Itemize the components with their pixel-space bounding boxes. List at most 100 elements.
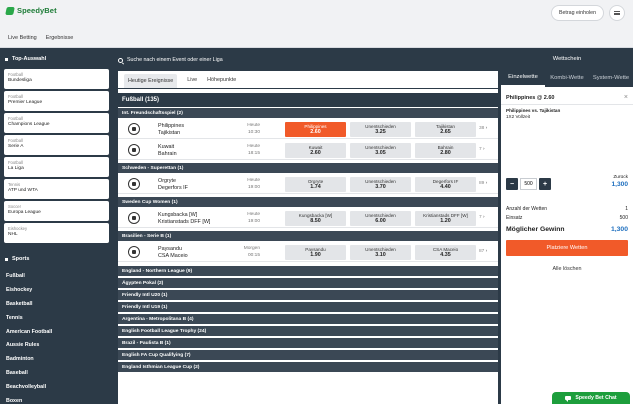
sport-item-basketball[interactable]: Basketball bbox=[0, 297, 113, 311]
sport-item-aussie-rules[interactable]: Aussie Rules bbox=[0, 338, 113, 352]
top-picks-title: Top-Auswahl bbox=[12, 56, 47, 62]
potential-return: Zurück 1,300 bbox=[598, 175, 628, 188]
deposit-button[interactable]: Betrag einholen bbox=[551, 5, 604, 21]
collapsed-league-header[interactable]: Brazil - Paulista B (1) bbox=[118, 338, 498, 348]
collapsed-league-header[interactable]: England - Northern League (9) bbox=[118, 266, 498, 276]
bet-market: 1X2 Vollzeit bbox=[506, 114, 531, 119]
odds-button[interactable]: Kristianstads DFF [W] 1.20 bbox=[415, 211, 476, 226]
odds-value: 1.20 bbox=[440, 217, 451, 224]
chat-button[interactable]: Speedy Bet Chat bbox=[552, 392, 630, 404]
tab-combo-bet[interactable]: Kombi-Wette bbox=[545, 69, 589, 87]
odds-button[interactable]: Tajikistan 2.65 bbox=[415, 122, 476, 137]
odds-value: 2.60 bbox=[310, 128, 321, 135]
favorite-item-champions-league[interactable]: Football Champions League bbox=[4, 113, 109, 133]
bet-slip-title: Wettschein bbox=[501, 49, 633, 69]
clear-all-button[interactable]: Alle löschen bbox=[506, 263, 628, 275]
sport-item-football[interactable]: Fußball bbox=[0, 269, 113, 283]
odds-button[interactable]: Degerfors IF 4.40 bbox=[415, 177, 476, 192]
odds-value: 4.35 bbox=[440, 251, 451, 258]
tab-highlights[interactable]: Höhepunkte bbox=[207, 77, 236, 88]
stake-input[interactable] bbox=[520, 178, 537, 190]
brand-logo[interactable]: SpeedyBet bbox=[5, 6, 57, 15]
odds-button[interactable]: Unentschieden 3.10 bbox=[350, 245, 411, 260]
sport-item-baseball[interactable]: Baseball bbox=[0, 366, 113, 380]
match-clock: 00:15 bbox=[247, 252, 260, 258]
sport-item-tennis[interactable]: Tennis bbox=[0, 311, 113, 325]
bet-slip: Wettschein Einzelwette Kombi-Wette Syste… bbox=[501, 49, 633, 404]
bet-pick-details: Philippines vs. Tajikistan 1X2 Vollzeit bbox=[501, 105, 633, 120]
event-tabs: Heutige Ereignisse Live Höhepunkte bbox=[118, 71, 498, 88]
chevron-right-icon: › bbox=[484, 181, 488, 186]
match-row: Orgryte Degerfors IF Heute 19:00 Orgryte 1.74… bbox=[118, 174, 498, 194]
favorite-item-atp-wta[interactable]: Tennis ATP und WTA bbox=[4, 179, 109, 199]
more-markets-link[interactable]: 7 › bbox=[479, 215, 485, 220]
odds-button[interactable]: Orgryte 1.74 bbox=[285, 177, 346, 192]
tab-system-bet[interactable]: System-Wette bbox=[589, 69, 633, 87]
chevron-right-icon: › bbox=[481, 147, 485, 152]
collapsed-league-header[interactable]: Friendly Intl U20 (1) bbox=[118, 290, 498, 300]
return-value: 1,300 bbox=[611, 180, 628, 188]
odds-value: 3.10 bbox=[375, 251, 386, 258]
search-input[interactable]: Suche nach einem Event oder einer Liga bbox=[127, 57, 223, 63]
odds-button[interactable]: Kuwait 2.60 bbox=[285, 143, 346, 158]
favorite-item-premier-league[interactable]: Football Premier League bbox=[4, 91, 109, 111]
odds-button[interactable]: Paysandu 1.90 bbox=[285, 245, 346, 260]
bet-count-value: 1 bbox=[625, 206, 628, 212]
stake-label: Einsatz bbox=[506, 215, 523, 221]
odds-button[interactable]: Unentschieden 3.05 bbox=[350, 143, 411, 158]
league-header[interactable]: Int. Freundschaftsspiel (2) bbox=[118, 108, 498, 118]
search-bar[interactable]: Suche nach einem Event oder einer Liga bbox=[118, 54, 496, 66]
tab-single-bet[interactable]: Einzelwette bbox=[501, 69, 545, 87]
match-time: Heute 18:15 bbox=[238, 144, 260, 157]
favorite-name: Serie A bbox=[8, 144, 24, 149]
tab-live[interactable]: Live bbox=[187, 77, 197, 88]
odds-button[interactable]: Unentschieden 3.25 bbox=[350, 122, 411, 137]
sport-item-ice-hockey[interactable]: Eishockey bbox=[0, 283, 113, 297]
plus-icon[interactable]: + bbox=[539, 178, 551, 190]
league-header[interactable]: Brasilien - Serie B (1) bbox=[118, 231, 498, 241]
football-icon bbox=[128, 246, 140, 258]
more-markets-link[interactable]: 87 › bbox=[479, 249, 487, 254]
odds-button[interactable]: Kungsbacka [W] 8.50 bbox=[285, 211, 346, 226]
place-bet-button[interactable]: Platziere Wetten bbox=[506, 240, 628, 256]
odds-button[interactable]: CSA Maceio 4.35 bbox=[415, 245, 476, 260]
collapsed-league-header[interactable]: Friendly Intl U19 (1) bbox=[118, 302, 498, 312]
collapsed-league-header[interactable]: Ägypten Pokal (2) bbox=[118, 278, 498, 288]
top-header: SpeedyBet Betrag einholen bbox=[0, 0, 633, 28]
sport-item-boxing[interactable]: Boxen bbox=[0, 394, 113, 404]
minus-icon[interactable]: − bbox=[506, 178, 518, 190]
home-team: Kuwait bbox=[158, 144, 175, 150]
favorite-item-la-liga[interactable]: Football La Liga bbox=[4, 157, 109, 177]
collapsed-league-header[interactable]: England Isthmian League Cup (2) bbox=[118, 362, 498, 372]
favorite-item-nhl[interactable]: Eishockey NHL bbox=[4, 223, 109, 243]
sport-item-american-football[interactable]: American Football bbox=[0, 325, 113, 339]
football-icon bbox=[128, 123, 140, 135]
odds-button[interactable]: Unentschieden 3.70 bbox=[350, 177, 411, 192]
more-markets-link[interactable]: 38 › bbox=[479, 126, 487, 131]
more-markets-link[interactable]: 89 › bbox=[479, 181, 487, 186]
league-header[interactable]: Schweden - Superettan (1) bbox=[118, 163, 498, 173]
sport-item-beach-volleyball[interactable]: Beachvolleyball bbox=[0, 380, 113, 394]
odds-button[interactable]: Bahrain 2.80 bbox=[415, 143, 476, 158]
collapsed-league-header[interactable]: Argentina - Metropolitana B (4) bbox=[118, 314, 498, 324]
favorite-item-serie-a[interactable]: Football Serie A bbox=[4, 135, 109, 155]
nav-results[interactable]: Ergebnisse bbox=[46, 35, 74, 41]
hamburger-icon[interactable] bbox=[609, 5, 625, 21]
odds-button[interactable]: Unentschieden 6.00 bbox=[350, 211, 411, 226]
logo-icon bbox=[5, 6, 15, 15]
tab-today[interactable]: Heutige Ereignisse bbox=[124, 74, 178, 88]
sport-item-badminton[interactable]: Badminton bbox=[0, 352, 113, 366]
more-markets-link[interactable]: 7 › bbox=[479, 147, 485, 152]
collapsed-league-header[interactable]: English Football League Trophy (24) bbox=[118, 326, 498, 336]
stake-row: Einsatz 500 bbox=[506, 215, 628, 221]
league-header[interactable]: Sweden Cup Women (1) bbox=[118, 197, 498, 207]
square-icon bbox=[5, 57, 8, 61]
favorite-item-europa-league[interactable]: Soccer Europa League bbox=[4, 201, 109, 221]
close-icon[interactable]: × bbox=[624, 94, 628, 101]
favorite-item-bundesliga[interactable]: Football Bundesliga bbox=[4, 69, 109, 89]
nav-live-betting[interactable]: Live Betting bbox=[8, 35, 37, 41]
odds-button[interactable]: Philippines 2.60 bbox=[285, 122, 346, 137]
sports-header: Sports bbox=[0, 249, 113, 269]
collapsed-league-header[interactable]: English FA Cup Qualifying (7) bbox=[118, 350, 498, 360]
match-time: Morgen 00:15 bbox=[238, 246, 260, 259]
